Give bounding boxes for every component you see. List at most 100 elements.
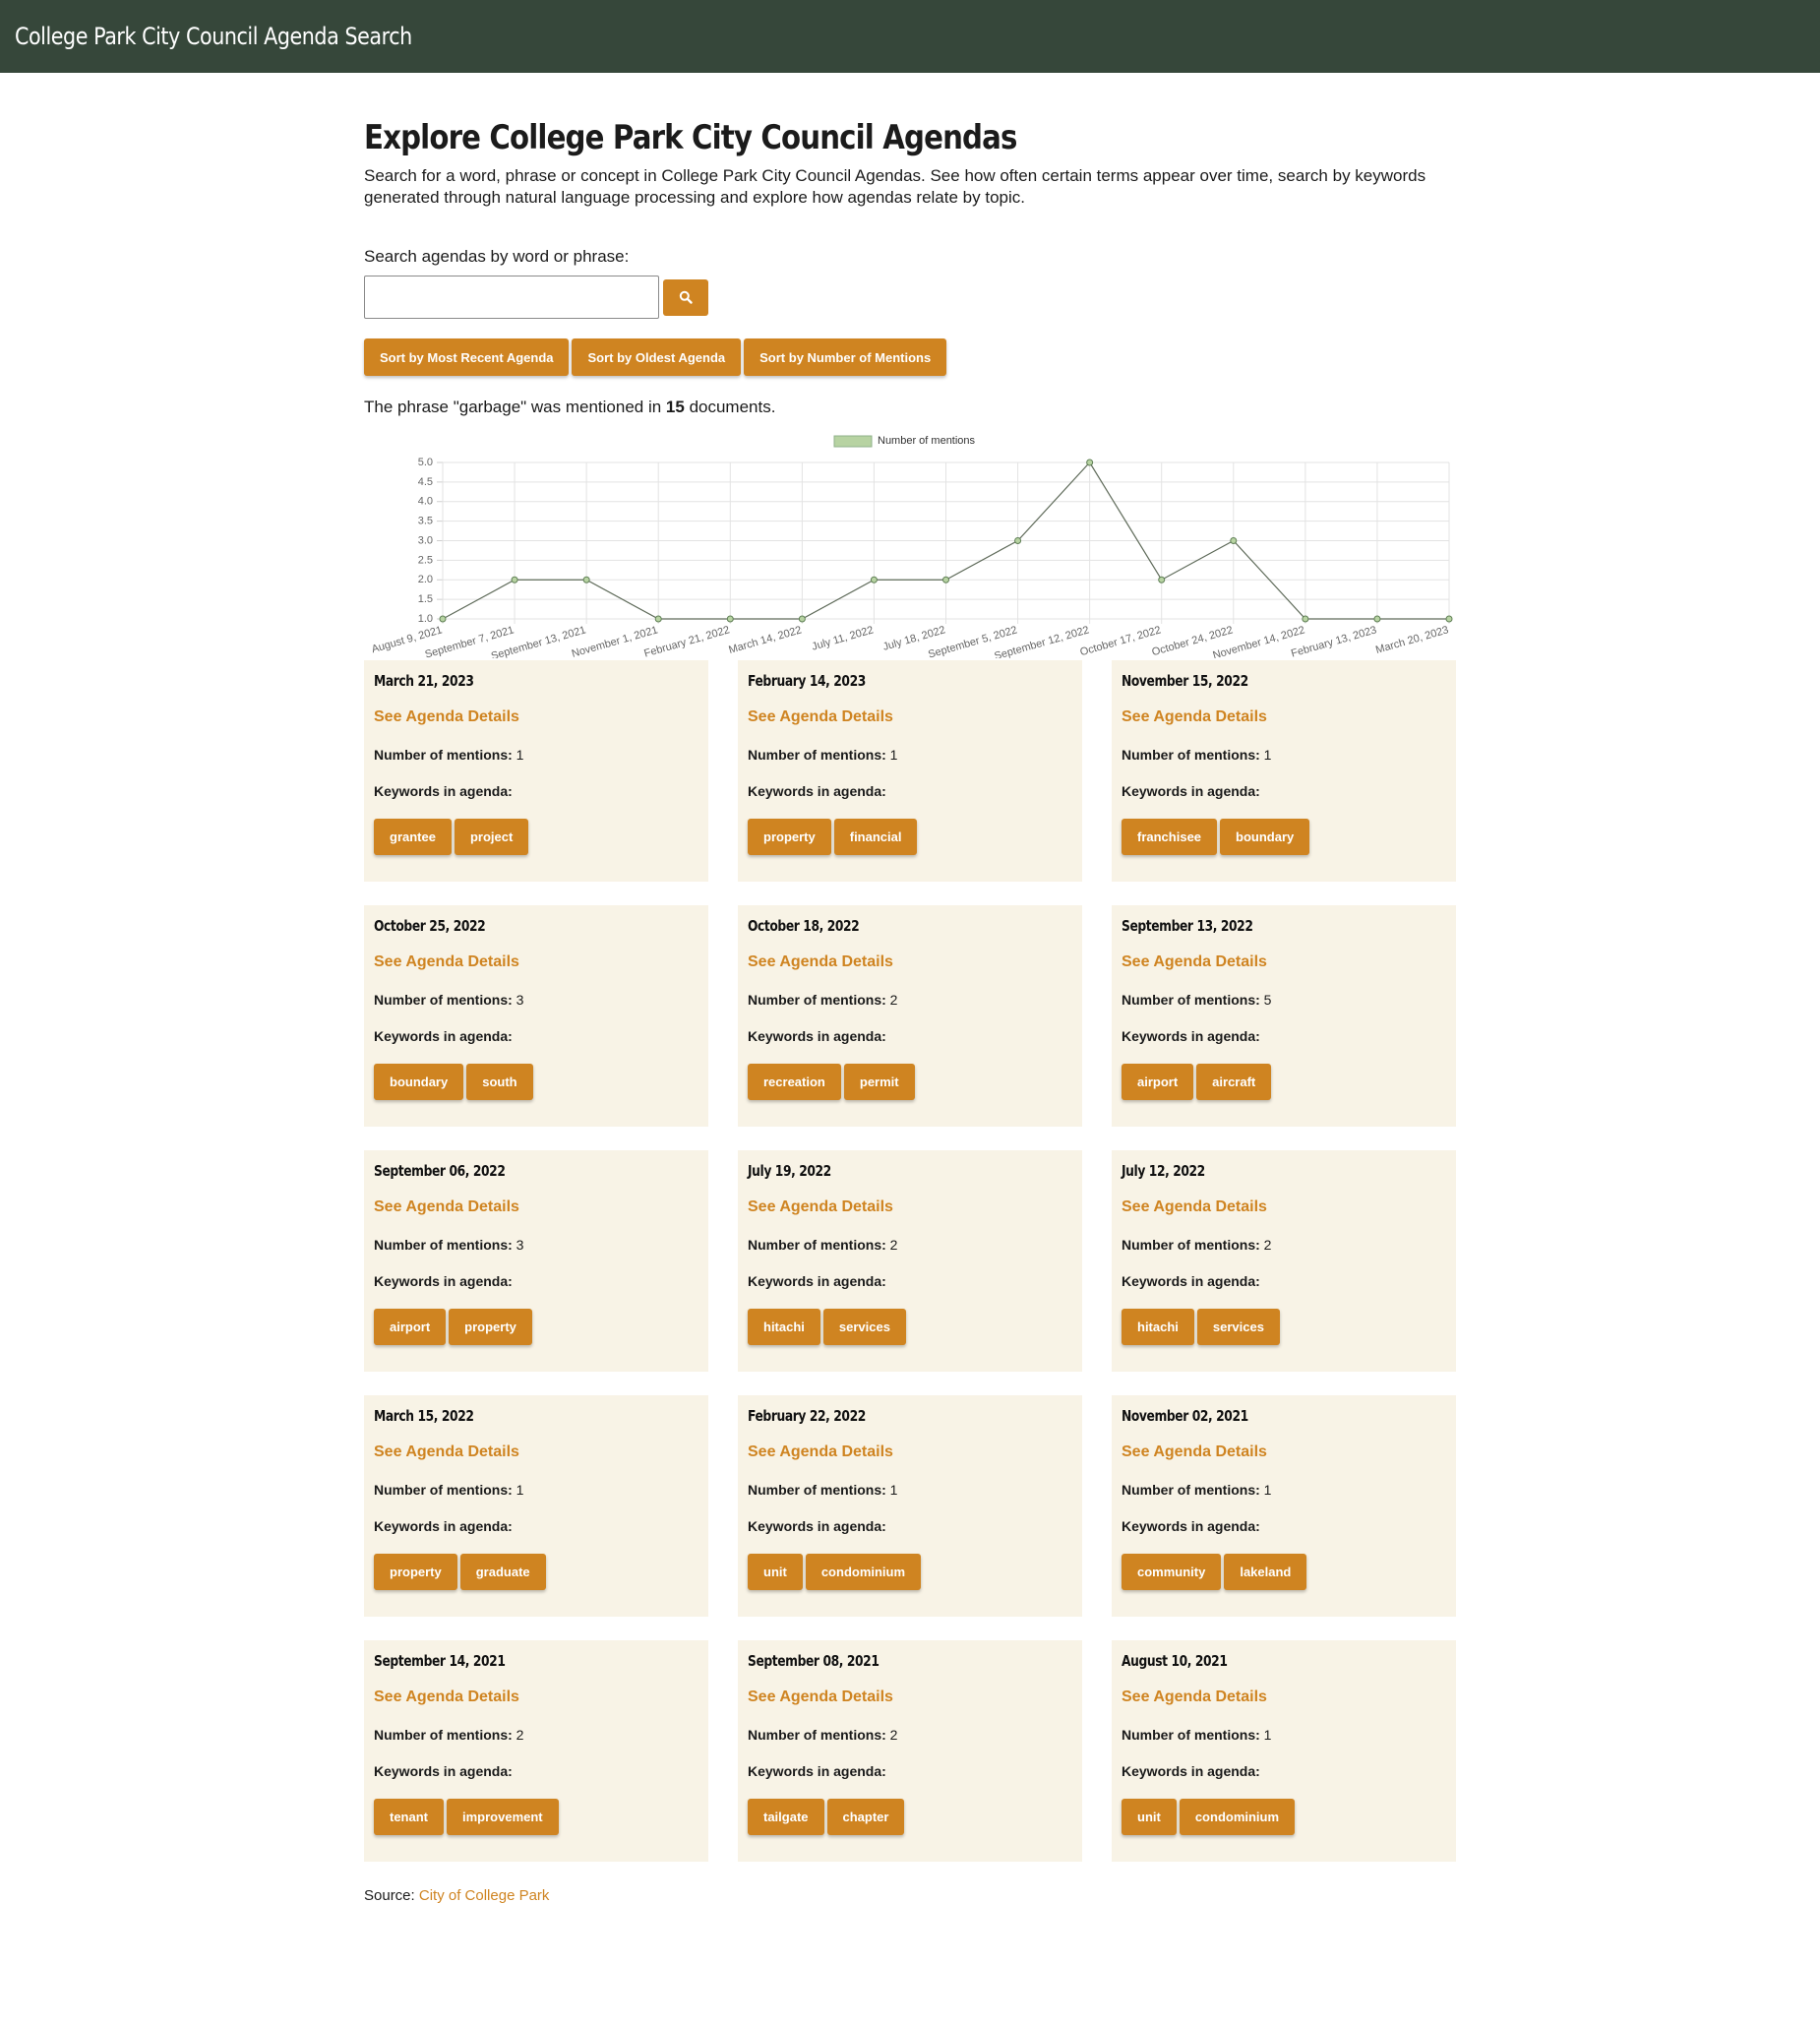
- keyword-tag[interactable]: unit: [1122, 1799, 1177, 1835]
- agenda-details-link[interactable]: See Agenda Details: [748, 1688, 1072, 1707]
- keyword-tag[interactable]: hitachi: [1122, 1309, 1194, 1345]
- mentions-count: 2: [516, 1727, 524, 1743]
- source-link[interactable]: City of College Park: [419, 1887, 550, 1904]
- mentions-label: Number of mentions:: [374, 1727, 513, 1743]
- keyword-tag[interactable]: community: [1122, 1554, 1222, 1590]
- keywords-label: Keywords in agenda:: [374, 1762, 698, 1780]
- agenda-details-link[interactable]: See Agenda Details: [748, 707, 1072, 727]
- sort-mentions-button[interactable]: Sort by Number of Mentions: [744, 338, 947, 376]
- keyword-tags: unit condominium: [1122, 1799, 1446, 1835]
- mentions-line: Number of mentions: 1: [748, 1481, 1072, 1499]
- keyword-tag[interactable]: boundary: [374, 1064, 464, 1100]
- keyword-tag[interactable]: south: [466, 1064, 533, 1100]
- source-label: Source:: [364, 1887, 415, 1904]
- keyword-tag[interactable]: condominium: [1179, 1799, 1296, 1835]
- keywords-label: Keywords in agenda:: [748, 1517, 1072, 1535]
- keyword-tag[interactable]: property: [374, 1554, 457, 1590]
- agenda-details-link[interactable]: See Agenda Details: [1122, 1197, 1446, 1217]
- keywords-label-text: Keywords in agenda:: [748, 1273, 886, 1289]
- mentions-count: 1: [889, 747, 898, 763]
- keywords-label-text: Keywords in agenda:: [1122, 1273, 1260, 1289]
- chart-legend-label: Number of mentions: [878, 435, 976, 447]
- agenda-date: October 25, 2022: [374, 917, 486, 935]
- mentions-label: Number of mentions:: [374, 1482, 513, 1498]
- sort-oldest-button[interactable]: Sort by Oldest Agenda: [572, 338, 742, 376]
- chart-x-tick-label: March 14, 2022: [727, 624, 803, 656]
- agenda-details-link[interactable]: See Agenda Details: [748, 952, 1072, 972]
- agenda-date: September 06, 2022: [374, 1162, 506, 1180]
- keywords-label-text: Keywords in agenda:: [374, 783, 513, 799]
- search-input[interactable]: [364, 276, 659, 319]
- keyword-tag[interactable]: financial: [833, 819, 918, 855]
- keyword-tag[interactable]: project: [454, 819, 529, 855]
- keyword-tag[interactable]: lakeland: [1224, 1554, 1307, 1590]
- keyword-tag[interactable]: improvement: [447, 1799, 559, 1835]
- keyword-tag[interactable]: services: [1196, 1309, 1280, 1345]
- keyword-tag[interactable]: airport: [374, 1309, 447, 1345]
- mentions-line: Number of mentions: 3: [374, 991, 698, 1009]
- summary-prefix: The phrase "garbage" was mentioned in: [364, 398, 666, 416]
- keywords-label: Keywords in agenda:: [1122, 1027, 1446, 1045]
- mentions-count: 1: [516, 747, 524, 763]
- agenda-details-link[interactable]: See Agenda Details: [374, 1688, 698, 1707]
- keyword-tag[interactable]: permit: [843, 1064, 915, 1100]
- keyword-tag[interactable]: unit: [748, 1554, 803, 1590]
- keyword-tags: hitachi services: [1122, 1309, 1446, 1345]
- keywords-label: Keywords in agenda:: [374, 1027, 698, 1045]
- chart-y-tick-label: 4.0: [418, 496, 433, 508]
- agenda-card: February 22, 2022 See Agenda Details Numbe…: [738, 1395, 1082, 1617]
- search-row: [364, 276, 1456, 319]
- mentions-count: 2: [889, 992, 898, 1008]
- keyword-tag[interactable]: grantee: [374, 819, 452, 855]
- keywords-label-text: Keywords in agenda:: [748, 1028, 886, 1044]
- agenda-details-link[interactable]: See Agenda Details: [1122, 707, 1446, 727]
- mentions-count: 3: [516, 992, 524, 1008]
- keyword-tag[interactable]: airport: [1122, 1064, 1194, 1100]
- keyword-tag[interactable]: hitachi: [748, 1309, 820, 1345]
- agenda-details-link[interactable]: See Agenda Details: [1122, 952, 1446, 972]
- agenda-details-link[interactable]: See Agenda Details: [374, 1443, 698, 1462]
- chart-y-tick-label: 3.5: [418, 516, 433, 527]
- agenda-date: September 14, 2021: [374, 1652, 506, 1670]
- agenda-details-link[interactable]: See Agenda Details: [374, 707, 698, 727]
- results-summary: The phrase "garbage" was mentioned in 15…: [364, 397, 1456, 418]
- keyword-tag[interactable]: franchisee: [1122, 819, 1218, 855]
- keyword-tag[interactable]: tailgate: [748, 1799, 824, 1835]
- keyword-tag[interactable]: tenant: [374, 1799, 444, 1835]
- mentions-chart: Number of mentions 1.0 1.5 2.0 2.5 3.0 3.5 4.0 4…: [364, 432, 1456, 658]
- mentions-count: 2: [889, 1237, 898, 1253]
- agenda-details-link[interactable]: See Agenda Details: [748, 1197, 1072, 1217]
- keyword-tag[interactable]: property: [748, 819, 831, 855]
- keywords-label-text: Keywords in agenda:: [1122, 783, 1260, 799]
- keyword-tag[interactable]: services: [822, 1309, 906, 1345]
- agenda-details-link[interactable]: See Agenda Details: [374, 952, 698, 972]
- agenda-card: November 15, 2022 See Agenda Details Numbe…: [1112, 660, 1456, 882]
- agenda-date: November 02, 2021: [1122, 1407, 1248, 1425]
- sort-most-recent-button[interactable]: Sort by Most Recent Agenda: [364, 338, 570, 376]
- keyword-tags: community lakeland: [1122, 1554, 1446, 1590]
- agenda-card: March 21, 2023 See Agenda Details Number o…: [364, 660, 708, 882]
- keyword-tag[interactable]: chapter: [826, 1799, 905, 1835]
- summary-suffix: documents.: [684, 398, 776, 416]
- keyword-tag[interactable]: aircraft: [1196, 1064, 1272, 1100]
- site-title[interactable]: College Park City Council Agenda Search: [15, 23, 412, 50]
- keyword-tag[interactable]: condominium: [805, 1554, 922, 1590]
- agenda-details-link[interactable]: See Agenda Details: [1122, 1688, 1446, 1707]
- chart-data-point: [511, 576, 518, 583]
- agenda-details-link[interactable]: See Agenda Details: [748, 1443, 1072, 1462]
- agenda-cards-grid: March 21, 2023 See Agenda Details Number o…: [364, 660, 1456, 1862]
- chart-data-point: [582, 576, 590, 583]
- agenda-card: July 19, 2022 See Agenda Details Number of…: [738, 1150, 1082, 1372]
- keyword-tag[interactable]: recreation: [748, 1064, 841, 1100]
- keyword-tags: tailgate chapter: [748, 1799, 1072, 1835]
- agenda-details-link[interactable]: See Agenda Details: [374, 1197, 698, 1217]
- agenda-details-link[interactable]: See Agenda Details: [1122, 1443, 1446, 1462]
- mentions-label: Number of mentions:: [748, 992, 886, 1008]
- keyword-tag[interactable]: boundary: [1220, 819, 1310, 855]
- agenda-card: November 02, 2021 See Agenda Details Numbe…: [1112, 1395, 1456, 1617]
- mentions-line: Number of mentions: 1: [1122, 746, 1446, 764]
- keyword-tag[interactable]: graduate: [459, 1554, 546, 1590]
- search-button[interactable]: [663, 278, 708, 316]
- agenda-card: October 18, 2022 See Agenda Details Number…: [738, 905, 1082, 1127]
- keyword-tag[interactable]: property: [449, 1309, 532, 1345]
